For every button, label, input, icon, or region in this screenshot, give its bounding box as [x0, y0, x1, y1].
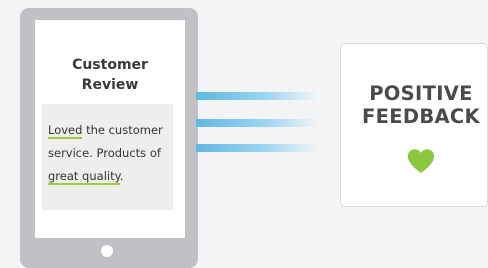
feedback-title: POSITIVE FEEDBACK [341, 82, 488, 128]
review-title: Customer Review [35, 55, 185, 95]
feedback-card: POSITIVE FEEDBACK [340, 43, 488, 207]
review-text: Loved the customer service. Products of … [48, 119, 172, 188]
highlight-loved: Loved [48, 123, 83, 139]
review-text-box: Loved the customer service. Products of … [42, 104, 173, 210]
review-text-part: the customer [82, 123, 163, 137]
heart-icon [407, 149, 435, 173]
connector-beam-3 [196, 144, 318, 152]
tablet-device: Customer Review Loved the customer servi… [20, 8, 198, 268]
review-line-1: Loved the customer [48, 119, 172, 142]
review-line-3: great quality. [48, 165, 172, 188]
review-line-2: service. Products of [48, 146, 161, 160]
feedback-title-line-2: FEEDBACK [362, 105, 480, 128]
feedback-title-line-1: POSITIVE [369, 82, 473, 105]
connector-beam-2 [196, 119, 318, 127]
review-text-part: . [119, 169, 124, 183]
tablet-home-button [101, 245, 113, 257]
review-title-line-2: Review [81, 77, 139, 93]
connector-beam-1 [196, 92, 318, 100]
review-title-line-1: Customer [72, 57, 148, 73]
tablet-screen: Customer Review Loved the customer servi… [35, 20, 185, 238]
highlight-great-quality: great quality [48, 169, 120, 185]
